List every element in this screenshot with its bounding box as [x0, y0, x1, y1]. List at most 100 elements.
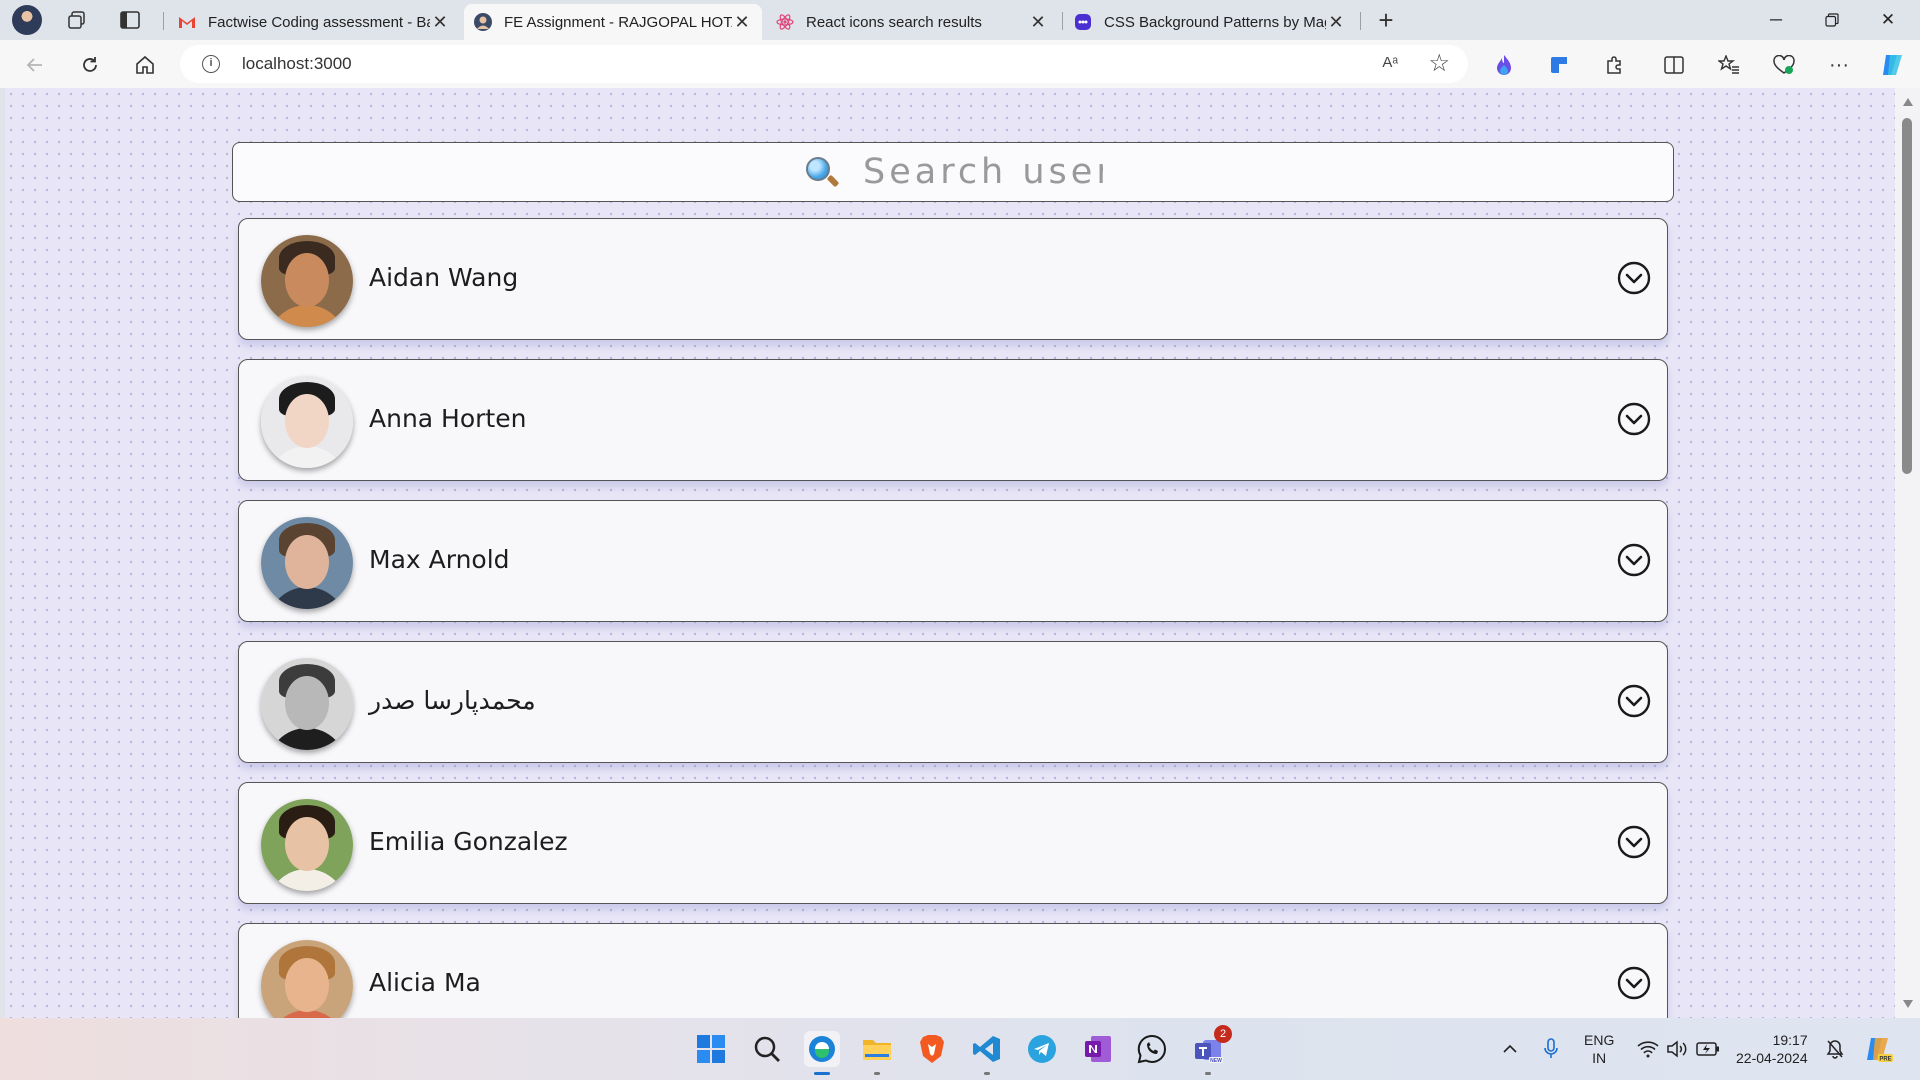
user-card[interactable]: Aidan Wang	[238, 218, 1668, 340]
avatar	[261, 940, 353, 1018]
user-card[interactable]: Anna Horten	[238, 359, 1668, 481]
avatar	[261, 376, 353, 468]
svg-text:PRE: PRE	[1879, 1057, 1891, 1063]
profile-icon	[474, 13, 492, 31]
extensions-icon[interactable]	[1601, 52, 1627, 78]
chevron-down-icon[interactable]	[1617, 261, 1651, 295]
page-scrollbar[interactable]	[1895, 88, 1920, 1018]
back-button[interactable]	[20, 50, 50, 80]
close-icon[interactable]: ✕	[1326, 12, 1346, 33]
chevron-down-icon[interactable]	[1617, 825, 1651, 859]
chevron-down-icon[interactable]	[1617, 684, 1651, 718]
close-window-button[interactable]: ✕	[1866, 6, 1910, 34]
gmail-icon	[178, 13, 196, 31]
chevron-down-icon[interactable]	[1617, 966, 1651, 1000]
pattern-icon	[1074, 13, 1092, 31]
language-indicator[interactable]: ENG IN	[1584, 1018, 1614, 1080]
user-name: محمدپارسا صدر	[369, 686, 536, 715]
copilot-preview-icon[interactable]: PRE	[1864, 1018, 1894, 1080]
avatar	[261, 799, 353, 891]
clock[interactable]: 19:17 22-04-2024	[1736, 1018, 1808, 1080]
browser-toolbar: i localhost:3000 Aᵃ ☆ ···	[0, 40, 1920, 88]
react-icon	[776, 13, 794, 31]
user-name: Alicia Ma	[369, 968, 481, 997]
new-tab-button[interactable]: +	[1373, 5, 1399, 35]
onenote-icon[interactable]	[1080, 1031, 1116, 1067]
clock-date: 22-04-2024	[1736, 1050, 1808, 1066]
avatar	[261, 658, 353, 750]
volume-icon[interactable]	[1666, 1018, 1688, 1080]
read-aloud-icon[interactable]: Aᵃ	[1382, 54, 1398, 71]
copilot-flame-icon[interactable]	[1491, 52, 1517, 78]
tab-title: React icons search results	[806, 13, 982, 31]
close-icon[interactable]: ✕	[430, 12, 450, 33]
avatar	[261, 517, 353, 609]
scroll-thumb[interactable]	[1902, 118, 1912, 474]
user-card[interactable]: محمدپارسا صدر	[238, 641, 1668, 763]
workspaces-icon[interactable]	[64, 8, 90, 32]
user-name: Aidan Wang	[369, 263, 519, 292]
favorites-icon[interactable]	[1716, 52, 1742, 78]
restore-button[interactable]	[1810, 6, 1854, 34]
close-icon[interactable]: ✕	[1028, 12, 1048, 33]
split-screen-icon[interactable]	[1661, 52, 1687, 78]
user-card[interactable]: Max Arnold	[238, 500, 1668, 622]
scroll-down-arrow[interactable]	[1903, 1000, 1913, 1008]
notification-badge: 2	[1214, 1025, 1232, 1043]
scroll-up-arrow[interactable]	[1903, 98, 1913, 106]
vscode-icon[interactable]	[969, 1031, 1005, 1075]
favorite-star-icon[interactable]: ☆	[1428, 49, 1450, 78]
browser-essentials-icon[interactable]	[1771, 52, 1797, 78]
edge-icon[interactable]	[804, 1031, 840, 1075]
copilot-icon[interactable]	[1880, 52, 1906, 78]
telegram-icon[interactable]	[1024, 1031, 1060, 1067]
tab-title: FE Assignment - RAJGOPAL HOTA	[504, 13, 732, 31]
chevron-down-icon[interactable]	[1617, 543, 1651, 577]
user-card[interactable]: Alicia Ma	[238, 923, 1668, 1018]
tab-gmail[interactable]: Factwise Coding assessment - Ba ✕	[168, 4, 460, 40]
more-options-icon[interactable]: ···	[1826, 52, 1852, 78]
battery-icon[interactable]	[1696, 1018, 1720, 1080]
search-bar[interactable]	[232, 142, 1674, 202]
tab-react-icons[interactable]: React icons search results ✕	[766, 4, 1058, 40]
extension-blue-icon[interactable]	[1546, 52, 1572, 78]
address-url[interactable]: localhost:3000	[242, 54, 352, 74]
tab-css-patterns[interactable]: CSS Background Patterns by Mag ✕	[1064, 4, 1356, 40]
avatar	[261, 235, 353, 327]
user-card[interactable]: Emilia Gonzalez	[238, 782, 1668, 904]
windows-start-icon[interactable]	[693, 1031, 729, 1067]
notifications-icon[interactable]	[1826, 1018, 1844, 1080]
search-icon	[803, 154, 840, 190]
user-name: Max Arnold	[369, 545, 510, 574]
site-info-icon[interactable]: i	[202, 55, 220, 73]
svg-text:NEW: NEW	[1210, 1058, 1222, 1064]
address-bar[interactable]: i localhost:3000 Aᵃ ☆	[180, 45, 1468, 83]
vertical-tabs-icon[interactable]	[117, 8, 143, 32]
language-code: ENG	[1584, 1032, 1615, 1048]
user-name: Anna Horten	[369, 404, 527, 433]
close-icon[interactable]: ✕	[732, 12, 752, 33]
refresh-button[interactable]	[75, 50, 105, 80]
user-name: Emilia Gonzalez	[369, 827, 568, 856]
tab-strip: Factwise Coding assessment - Ba ✕ FE Ass…	[0, 0, 1920, 40]
teams-icon[interactable]: NEW 2	[1190, 1025, 1232, 1075]
show-hidden-icons[interactable]	[1502, 1018, 1518, 1080]
file-explorer-icon[interactable]	[859, 1031, 895, 1075]
microphone-icon[interactable]	[1543, 1018, 1559, 1080]
whatsapp-icon[interactable]	[1134, 1031, 1170, 1067]
home-button[interactable]	[130, 50, 160, 80]
region-code: IN	[1592, 1050, 1607, 1066]
tab-title: CSS Background Patterns by Mag	[1104, 13, 1326, 31]
profile-avatar[interactable]	[12, 5, 42, 35]
minimize-button[interactable]: ─	[1754, 6, 1798, 34]
tab-fe-assignment[interactable]: FE Assignment - RAJGOPAL HOTA ✕	[464, 4, 762, 40]
search-input[interactable]	[863, 152, 1103, 192]
clock-time: 19:17	[1772, 1032, 1808, 1048]
windows-taskbar: NEW 2 ENG IN 19:17 22-04-2024 PRE	[0, 1018, 1920, 1080]
search-icon[interactable]	[749, 1031, 785, 1067]
brave-icon[interactable]	[914, 1031, 950, 1067]
page-viewport: Aidan Wang Anna Horten Max Arnold محمدپارسا…	[5, 88, 1895, 1018]
chevron-down-icon[interactable]	[1617, 402, 1651, 436]
wifi-icon[interactable]	[1637, 1018, 1659, 1080]
tab-title: Factwise Coding assessment - Ba	[208, 13, 430, 31]
